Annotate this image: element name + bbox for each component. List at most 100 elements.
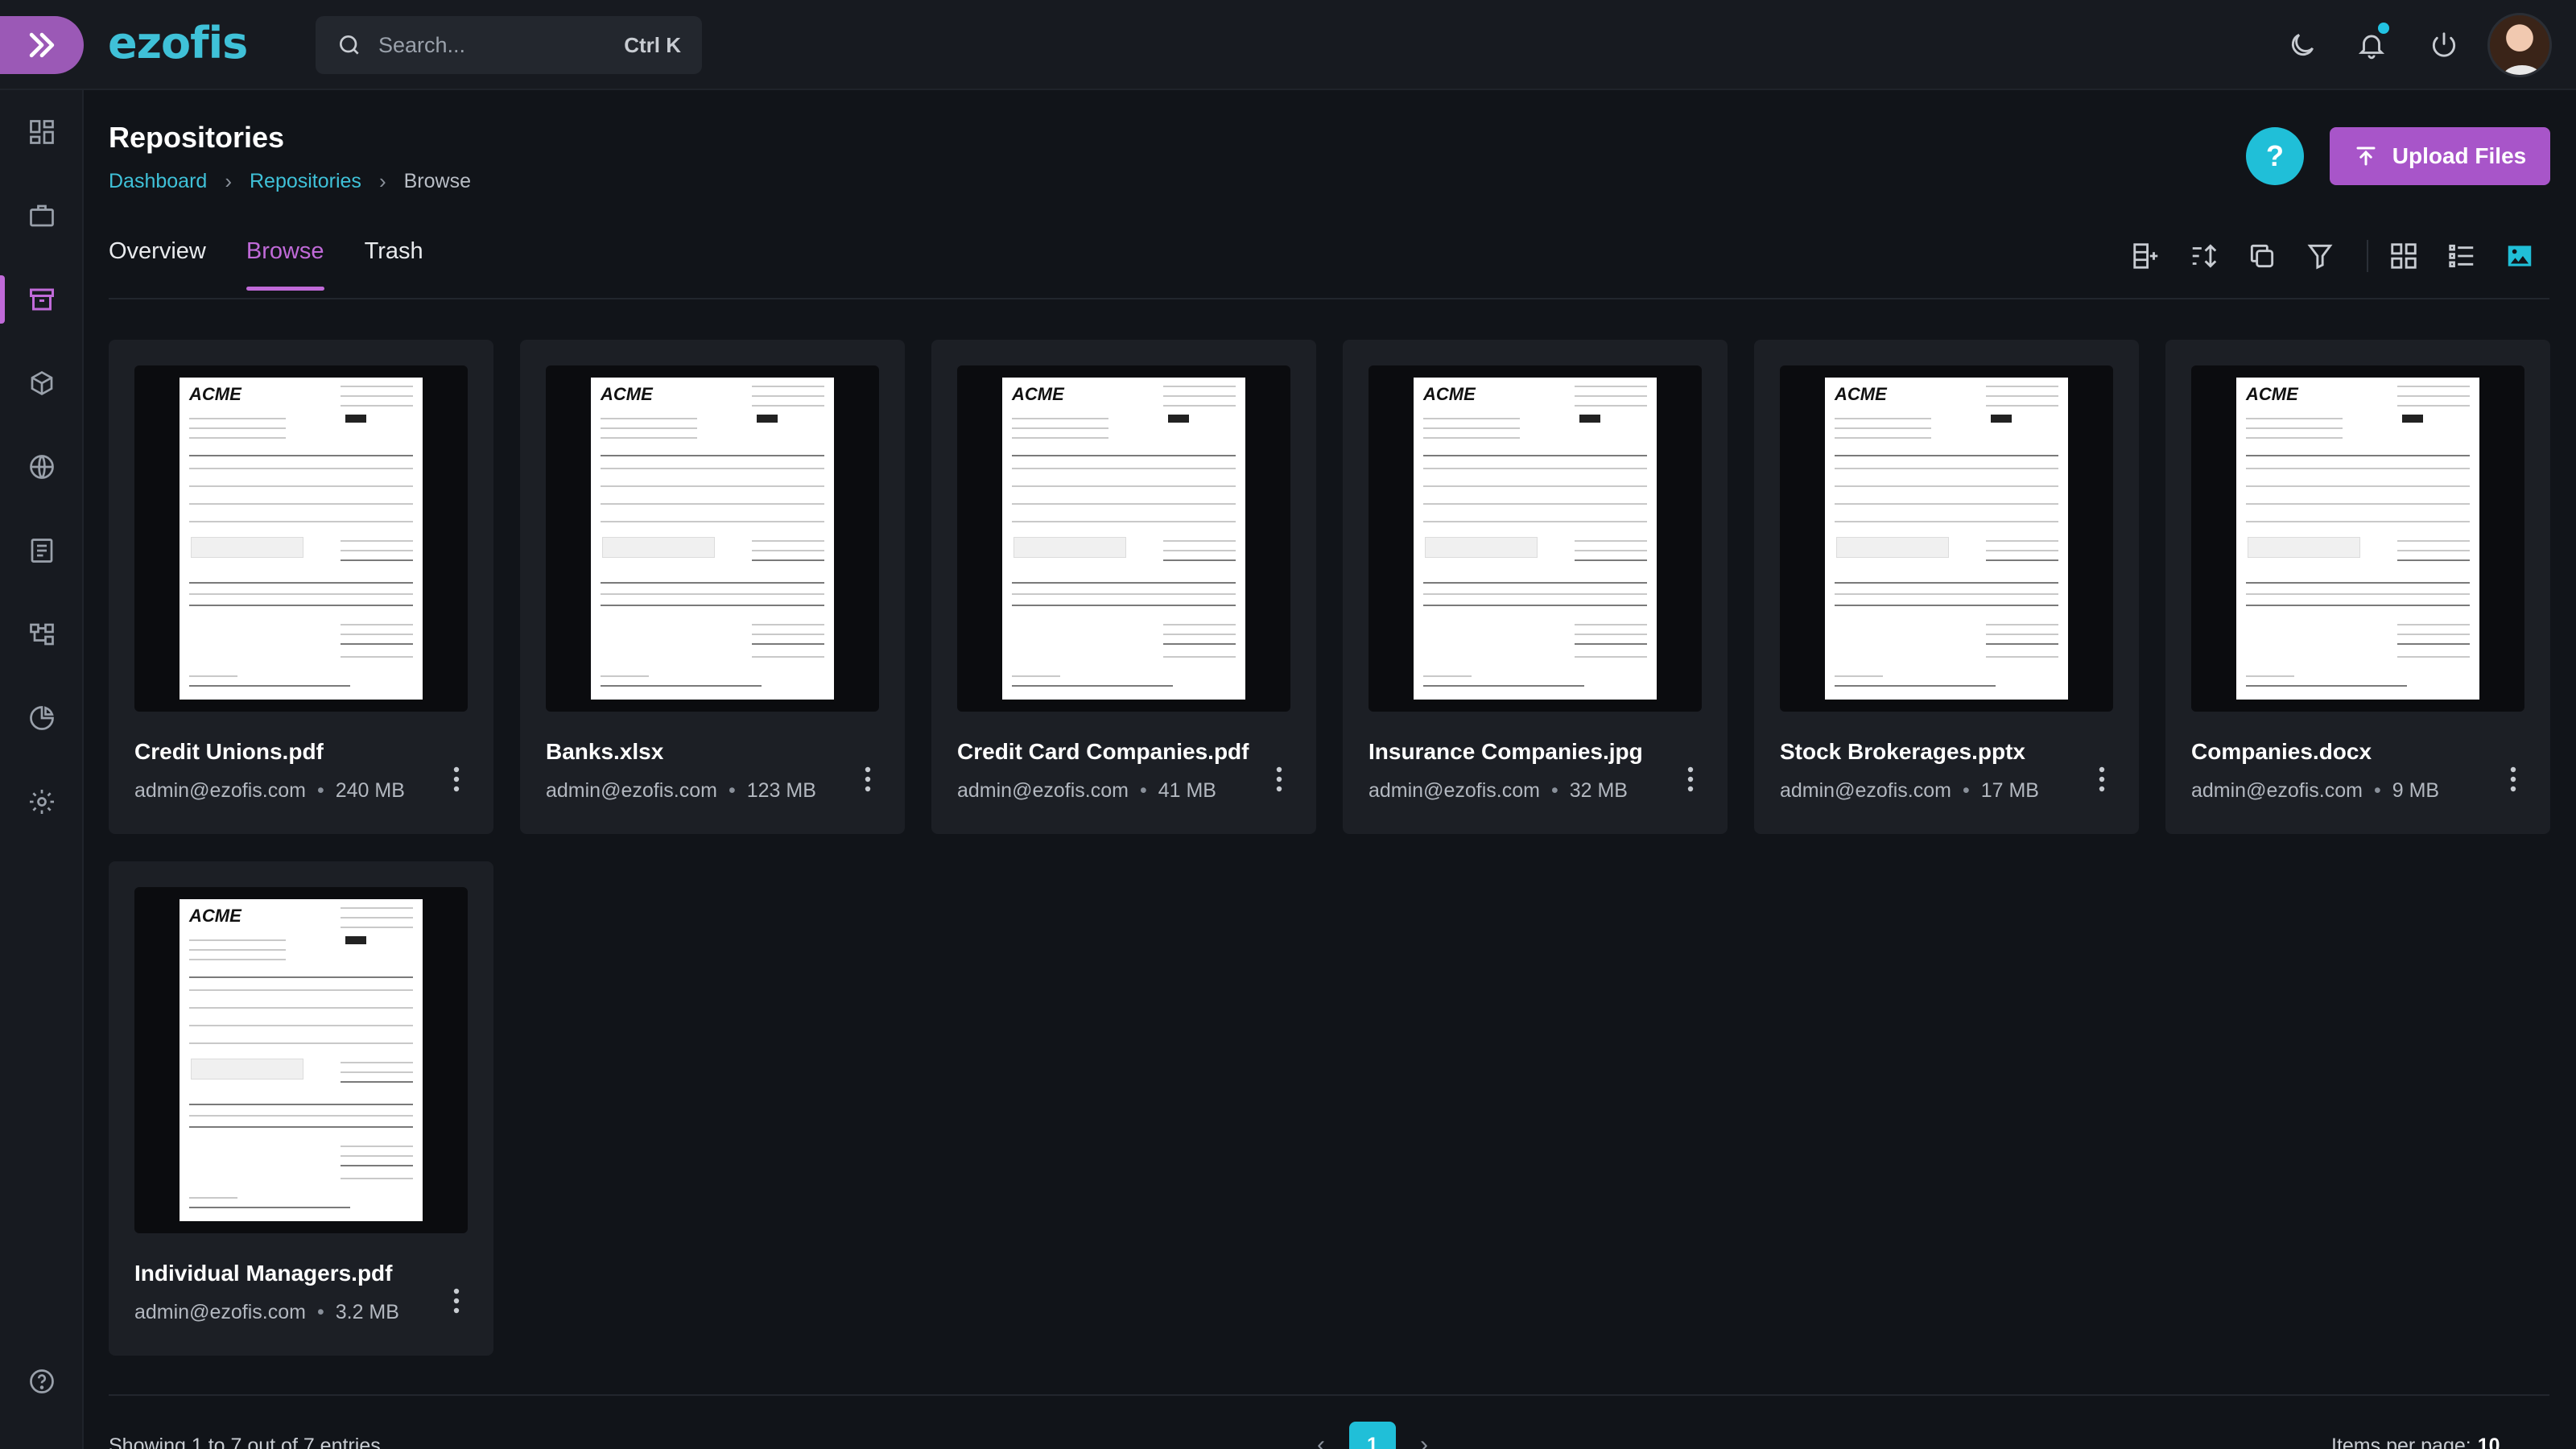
thumbnail-brand: ACME xyxy=(1012,384,1064,404)
paid-stamp xyxy=(345,415,366,423)
file-name[interactable]: Stock Brokerages.pptx xyxy=(1780,739,2025,765)
grid-view-icon xyxy=(2391,243,2417,269)
file-menu-button[interactable] xyxy=(2084,758,2120,800)
sidebar-item-documents[interactable] xyxy=(0,515,84,586)
workflow-icon xyxy=(30,623,54,646)
file-owner: admin@ezofis.com xyxy=(546,779,717,802)
more-vertical-icon xyxy=(1687,766,1694,792)
file-name[interactable]: Credit Unions.pdf xyxy=(134,739,324,765)
file-owner: admin@ezofis.com xyxy=(1368,779,1540,802)
file-size: 123 MB xyxy=(746,779,816,802)
breadcrumb-repositories[interactable]: Repositories xyxy=(250,170,361,193)
file-name[interactable]: Banks.xlsx xyxy=(546,739,663,765)
list-view-button[interactable] xyxy=(2441,235,2483,277)
sidebar-item-repositories[interactable] xyxy=(0,264,84,335)
sidebar-toggle-button[interactable] xyxy=(0,16,84,74)
paid-stamp xyxy=(757,415,778,423)
separator-dot: • xyxy=(1550,779,1558,802)
page-number[interactable]: 1 xyxy=(1349,1422,1396,1449)
filter-button[interactable] xyxy=(2299,235,2341,277)
dark-mode-toggle[interactable] xyxy=(2281,24,2323,66)
globe-icon xyxy=(30,455,54,479)
file-size: 9 MB xyxy=(2392,779,2440,802)
document-preview: ACME xyxy=(1414,378,1657,700)
prev-page-button[interactable]: ‹ xyxy=(1317,1431,1325,1449)
breadcrumb-browse: Browse xyxy=(403,170,471,192)
more-vertical-icon xyxy=(2099,766,2105,792)
file-menu-button[interactable] xyxy=(850,758,886,800)
help-button[interactable]: ? xyxy=(2246,127,2304,185)
image-view-button[interactable] xyxy=(2499,235,2541,277)
grid-view-button[interactable] xyxy=(2383,235,2425,277)
file-menu-button[interactable] xyxy=(1673,758,1708,800)
notifications-button[interactable] xyxy=(2351,23,2392,66)
chevron-right-icon: › xyxy=(225,169,232,193)
chevron-right-icon: › xyxy=(378,169,386,193)
app-logo[interactable]: ezofis xyxy=(108,18,248,68)
sidebar-item-globe[interactable] xyxy=(0,431,84,502)
items-per-page-selector[interactable]: Items per page: 10 xyxy=(2331,1435,2500,1449)
sidebar-item-workflow[interactable] xyxy=(0,599,84,670)
document-preview: ACME xyxy=(180,378,423,700)
file-size: 41 MB xyxy=(1158,779,1216,802)
add-column-icon xyxy=(2133,243,2158,269)
pagination: ‹ 1 › xyxy=(1317,1422,1428,1449)
upload-icon xyxy=(2356,147,2376,166)
file-menu-button[interactable] xyxy=(2496,758,2531,800)
file-meta: admin@ezofis.com • 17 MB xyxy=(1780,779,2039,803)
help-button[interactable] xyxy=(0,1346,84,1417)
file-thumbnail: ACME xyxy=(134,365,468,712)
file-card[interactable]: ACME Credit Card Companies.pdf admin@ezo… xyxy=(931,340,1316,834)
next-page-button[interactable]: › xyxy=(1420,1431,1428,1449)
file-menu-button[interactable] xyxy=(439,758,474,800)
toolbar-divider xyxy=(2367,240,2368,272)
upload-files-button[interactable]: Upload Files xyxy=(2330,127,2550,185)
separator-dot: • xyxy=(1962,779,1970,802)
file-owner: admin@ezofis.com xyxy=(134,779,306,802)
file-thumbnail: ACME xyxy=(134,887,468,1233)
tab-bar: Overview Browse Trash xyxy=(109,238,423,291)
copy-button[interactable] xyxy=(2241,235,2283,277)
file-card[interactable]: ACME Individual Managers.pdf admin@ezofi… xyxy=(109,861,493,1356)
tab-browse[interactable]: Browse xyxy=(246,238,324,291)
file-menu-button[interactable] xyxy=(1261,758,1297,800)
file-card[interactable]: ACME Insurance Companies.jpg admin@ezofi… xyxy=(1343,340,1728,834)
logout-button[interactable] xyxy=(2423,24,2465,66)
file-name[interactable]: Individual Managers.pdf xyxy=(134,1261,392,1286)
add-column-button[interactable] xyxy=(2125,235,2167,277)
sidebar-item-settings[interactable] xyxy=(0,766,84,837)
search-bar[interactable]: Search... Ctrl K xyxy=(316,16,702,74)
more-vertical-icon xyxy=(1276,766,1282,792)
thumbnail-brand: ACME xyxy=(1835,384,1887,404)
file-menu-button[interactable] xyxy=(439,1280,474,1322)
document-preview: ACME xyxy=(1825,378,2068,700)
paid-stamp xyxy=(2402,415,2423,423)
sidebar-item-briefcase[interactable] xyxy=(0,180,84,251)
file-name[interactable]: Companies.docx xyxy=(2191,739,2372,765)
file-name[interactable]: Credit Card Companies.pdf xyxy=(957,739,1249,765)
breadcrumb-dashboard[interactable]: Dashboard xyxy=(109,170,207,193)
file-meta: admin@ezofis.com • 32 MB xyxy=(1368,779,1628,803)
document-icon xyxy=(31,539,53,563)
user-avatar[interactable] xyxy=(2487,13,2552,77)
file-thumbnail: ACME xyxy=(957,365,1290,712)
sort-button[interactable] xyxy=(2183,235,2225,277)
file-card[interactable]: ACME Stock Brokerages.pptx admin@ezofis.… xyxy=(1754,340,2139,834)
sidebar-item-dashboard[interactable] xyxy=(0,97,84,167)
file-card[interactable]: ACME Credit Unions.pdf admin@ezofis.com … xyxy=(109,340,493,834)
file-card[interactable]: ACME Banks.xlsx admin@ezofis.com • 123 M… xyxy=(520,340,905,834)
file-name[interactable]: Insurance Companies.jpg xyxy=(1368,739,1643,765)
file-thumbnail: ACME xyxy=(1368,365,1702,712)
separator-dot: • xyxy=(316,1301,324,1323)
file-thumbnail: ACME xyxy=(2191,365,2524,712)
file-card[interactable]: ACME Companies.docx admin@ezofis.com • 9… xyxy=(2165,340,2550,834)
thumbnail-brand: ACME xyxy=(2246,384,2298,404)
sidebar-item-cube[interactable] xyxy=(0,348,84,419)
tab-overview[interactable]: Overview xyxy=(109,238,206,291)
tab-divider xyxy=(109,298,2549,299)
document-preview: ACME xyxy=(180,899,423,1221)
tab-trash[interactable]: Trash xyxy=(365,238,423,291)
more-vertical-icon xyxy=(2510,766,2516,792)
sidebar-item-reports[interactable] xyxy=(0,683,84,753)
list-view-icon xyxy=(2449,244,2474,268)
